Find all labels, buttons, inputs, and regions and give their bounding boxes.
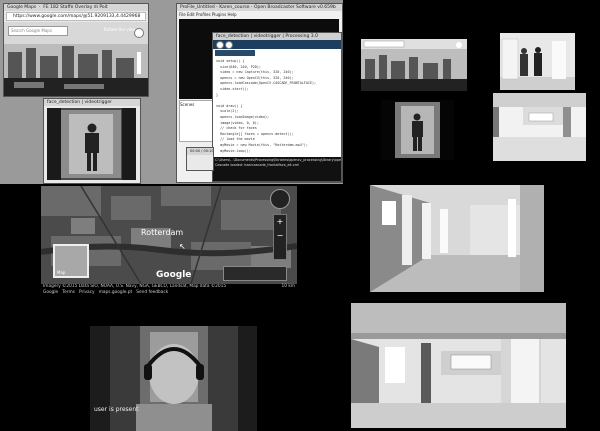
code-line[interactable] bbox=[216, 154, 340, 155]
maps-city-view: Search Google Maps Rotate the view bbox=[4, 22, 148, 96]
map-zoom-controls[interactable]: + − bbox=[273, 214, 287, 260]
video-window: face_detection | videotrigger bbox=[43, 98, 141, 184]
search-placeholder: Search Google Maps bbox=[11, 28, 52, 33]
video-window-title: face_detection | videotrigger bbox=[44, 99, 140, 106]
gallery-people-photo bbox=[500, 33, 575, 90]
map-footer: Imagery ©2015 Data SIO, NOAA, U.S. Navy,… bbox=[41, 284, 297, 296]
map-cursor-icon: ↖ bbox=[179, 242, 186, 251]
zoom-in-icon[interactable]: + bbox=[274, 215, 286, 229]
browser-tab-bar: Google Maps · FE 182 Staffe Overlay di P… bbox=[4, 4, 148, 11]
map-compass-icon[interactable] bbox=[270, 189, 290, 209]
ceiling-columns-photo bbox=[351, 303, 566, 428]
headphones-viewer-photo: user is present bbox=[90, 326, 257, 431]
video-frame-person bbox=[47, 108, 136, 180]
menu-profiles[interactable]: Profiles bbox=[196, 12, 211, 17]
editor-toolbar bbox=[213, 40, 341, 49]
map-city-label[interactable]: Rotterdam bbox=[141, 228, 183, 237]
minimap-label: Map bbox=[57, 270, 66, 275]
presence-subtitle: user is present bbox=[94, 406, 139, 413]
tab-google-maps[interactable]: Google Maps bbox=[7, 5, 36, 10]
gallery-columns-photo bbox=[370, 185, 544, 292]
google-logo: Google bbox=[156, 270, 192, 280]
tab-second[interactable]: FE 182 Staffe Overlay di Poit bbox=[43, 5, 107, 10]
person-video-still bbox=[381, 100, 454, 160]
console-panel: C:\Users\...\Documents\Processing\librar… bbox=[213, 157, 341, 181]
maps-thumbnail bbox=[361, 39, 467, 91]
console-line-2: Cascade loaded: haarcascade_frontalface_… bbox=[215, 163, 300, 167]
menu-edit[interactable]: Edit bbox=[187, 12, 195, 17]
run-icon[interactable] bbox=[216, 41, 224, 49]
compass-icon[interactable] bbox=[134, 28, 144, 38]
code-editor[interactable]: void setup() { size(640, 240, P2D); vide… bbox=[216, 59, 340, 155]
minimap[interactable]: Map bbox=[53, 244, 89, 278]
editor-tab[interactable] bbox=[215, 50, 255, 56]
scenes-label: Scenes bbox=[180, 102, 195, 107]
map-scale: 10 km bbox=[281, 284, 295, 289]
maps-browser-window: Google Maps · FE 182 Staffe Overlay di P… bbox=[3, 3, 149, 97]
footer-link-terms[interactable]: Terms bbox=[62, 290, 75, 295]
footer-link-privacy[interactable]: Privacy bbox=[79, 290, 95, 295]
obs-title-bar: ProFile_Untitled - Karen_course - Open B… bbox=[177, 4, 342, 11]
small-player-title: 00:00 / 00:10 bbox=[187, 148, 213, 155]
rotate-view-label[interactable]: Rotate the view bbox=[104, 27, 135, 32]
zoom-out-icon[interactable]: − bbox=[274, 229, 286, 243]
street-view-strip[interactable] bbox=[223, 266, 287, 281]
editor-title-bar: face_detection | videotrigger | Processi… bbox=[213, 33, 341, 40]
menu-plugins[interactable]: Plugins bbox=[212, 12, 226, 17]
desktop-screenshot: Google Maps · FE 182 Staffe Overlay di P… bbox=[0, 0, 343, 184]
zoom-controls[interactable] bbox=[137, 52, 141, 74]
small-player: 00:00 / 00:10 bbox=[186, 147, 214, 171]
processing-editor: face_detection | videotrigger | Processi… bbox=[212, 32, 342, 182]
inverted-gallery-photo bbox=[493, 93, 586, 161]
maps-search-box[interactable]: Search Google Maps bbox=[8, 26, 68, 36]
stop-icon[interactable] bbox=[225, 41, 233, 49]
menu-help[interactable]: Help bbox=[227, 12, 236, 17]
satellite-map: Rotterdam ↖ + − Map Google bbox=[41, 186, 297, 284]
footer-link-maps[interactable]: maps.google.pt bbox=[99, 290, 132, 295]
address-bar[interactable]: https://www.google.com/maps/@51.9209133,… bbox=[6, 12, 146, 21]
footer-link-google[interactable]: Google bbox=[43, 290, 58, 295]
menu-file[interactable]: File bbox=[179, 12, 186, 17]
obs-menu: File Edit Profiles Plugins Help bbox=[179, 12, 237, 17]
footer-link-feedback[interactable]: Send feedback bbox=[136, 290, 168, 295]
